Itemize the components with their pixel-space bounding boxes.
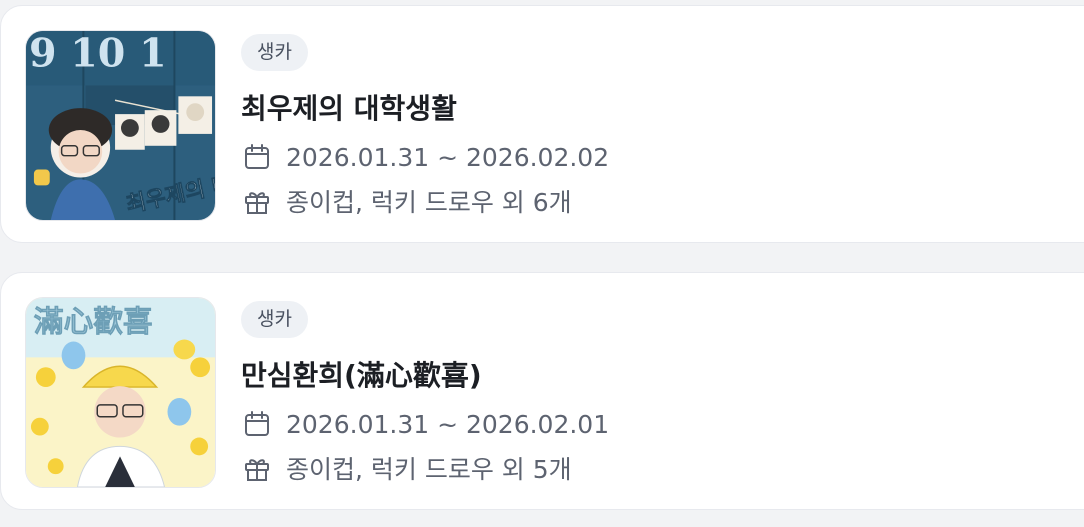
- gift-icon: [243, 187, 271, 215]
- poster-title-text: 滿心歡喜: [34, 304, 153, 339]
- event-gifts: 종이컵, 럭키 드로우 외 6개: [286, 188, 572, 217]
- event-date-row: 2026.01.31 ~ 2026.02.01: [243, 408, 609, 440]
- event-list: 9 10 1 최우제의 대학생활 생카 최우제의 대학생활 2026.01.31…: [0, 0, 1084, 527]
- poster-text-top: 9 10 1: [29, 31, 167, 77]
- event-date-range: 2026.01.31 ~ 2026.02.02: [286, 142, 610, 172]
- category-badge: 생카: [241, 34, 308, 71]
- event-poster-image: 9 10 1 최우제의 대학생활: [25, 30, 216, 221]
- event-date-range: 2026.01.31 ~ 2026.02.01: [286, 409, 610, 439]
- calendar-icon: [243, 410, 271, 438]
- event-poster-image: 滿心歡喜: [25, 297, 216, 488]
- event-gift-row: 종이컵, 럭키 드로우 외 6개: [243, 185, 572, 217]
- event-date-row: 2026.01.31 ~ 2026.02.02: [243, 141, 609, 173]
- event-gifts: 종이컵, 럭키 드로우 외 5개: [286, 455, 572, 484]
- calendar-icon: [243, 143, 271, 171]
- event-card[interactable]: 滿心歡喜 생카 만심환희(滿心歡喜) 2026.01.31 ~ 2026.02.…: [0, 272, 1084, 510]
- category-badge: 생카: [241, 301, 308, 338]
- event-title[interactable]: 만심환희(滿心歡喜): [241, 354, 482, 394]
- event-title[interactable]: 최우제의 대학생활: [241, 87, 457, 127]
- event-gift-row: 종이컵, 럭키 드로우 외 5개: [243, 452, 572, 484]
- event-card[interactable]: 9 10 1 최우제의 대학생활 생카 최우제의 대학생활 2026.01.31…: [0, 5, 1084, 243]
- gift-icon: [243, 454, 271, 482]
